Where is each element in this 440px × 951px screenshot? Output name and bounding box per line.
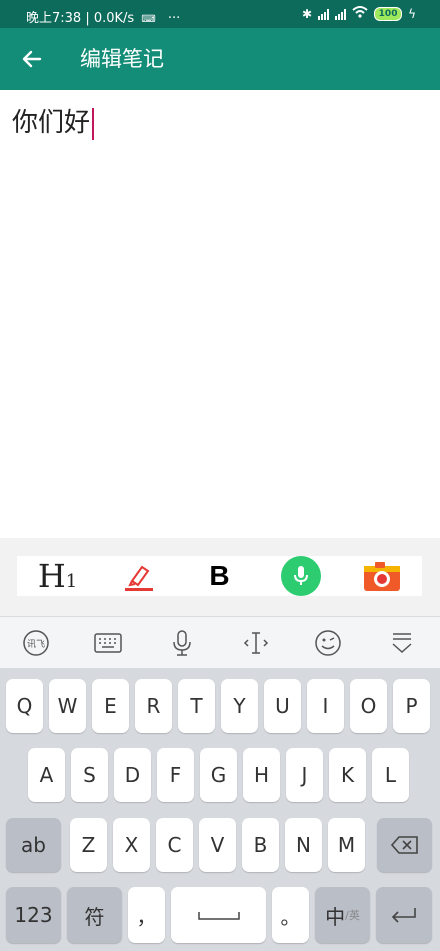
- keyboard-icon[interactable]: [92, 627, 124, 659]
- enter-icon: [391, 908, 416, 923]
- key-g[interactable]: G: [200, 748, 237, 802]
- text-cursor: [92, 107, 95, 140]
- heading-sub: 1: [65, 571, 78, 592]
- overflow-icon: ···: [167, 11, 181, 26]
- camera-button[interactable]: [357, 556, 407, 596]
- back-arrow-icon: [22, 50, 42, 68]
- battery-icon: 100: [374, 7, 403, 21]
- keyboard-icon: ⌨: [141, 14, 156, 25]
- wifi-icon: [352, 6, 368, 22]
- key-t[interactable]: T: [178, 679, 215, 733]
- soft-keyboard: Q W E R T Y U I O P A S D F G H J K L ab…: [0, 668, 440, 951]
- voice-input-button[interactable]: [276, 556, 326, 596]
- key-i[interactable]: I: [307, 679, 344, 733]
- lang-main: 中: [325, 904, 346, 929]
- bold-button[interactable]: B: [195, 556, 245, 596]
- symbols-key[interactable]: 符: [67, 887, 122, 943]
- key-e[interactable]: E: [92, 679, 129, 733]
- heading-label: H: [37, 557, 66, 595]
- format-toolbar: H1 B: [0, 538, 440, 616]
- key-n[interactable]: N: [285, 818, 322, 872]
- numbers-key[interactable]: 123: [6, 887, 61, 943]
- back-button[interactable]: [16, 44, 46, 74]
- key-v[interactable]: V: [199, 818, 236, 872]
- key-w[interactable]: W: [49, 679, 86, 733]
- signal-icon-2: [335, 8, 347, 20]
- key-r[interactable]: R: [135, 679, 172, 733]
- bluetooth-icon: ✱: [302, 7, 313, 21]
- key-x[interactable]: X: [113, 818, 150, 872]
- emoji-icon[interactable]: [312, 627, 344, 659]
- key-j[interactable]: J: [286, 748, 323, 802]
- key-k[interactable]: K: [329, 748, 366, 802]
- comma-key[interactable]: ，: [128, 887, 165, 943]
- hide-keyboard-icon[interactable]: [386, 627, 418, 659]
- key-o[interactable]: O: [350, 679, 387, 733]
- status-time: 晚上7:38 | 0.0K/s: [26, 11, 135, 26]
- highlighter-icon: [124, 565, 153, 591]
- signal-icon: [318, 8, 330, 20]
- status-bar: 晚上7:38 | 0.0K/s ⌨ ··· ✱ 100 ϟ: [0, 0, 440, 28]
- camera-icon: [363, 562, 400, 591]
- charging-icon: ϟ: [408, 7, 416, 21]
- space-key[interactable]: [171, 887, 266, 943]
- key-s[interactable]: S: [71, 748, 108, 802]
- key-q[interactable]: Q: [6, 679, 43, 733]
- key-c[interactable]: C: [156, 818, 193, 872]
- enter-key[interactable]: [376, 887, 432, 943]
- ime-logo-icon[interactable]: 讯飞: [20, 627, 52, 659]
- mic-icon[interactable]: [166, 627, 198, 659]
- period-key[interactable]: 。: [272, 887, 309, 943]
- highlight-button[interactable]: [114, 556, 164, 596]
- key-m[interactable]: M: [328, 818, 365, 872]
- note-text: 你们好: [12, 108, 91, 138]
- key-d[interactable]: D: [114, 748, 151, 802]
- key-z[interactable]: Z: [70, 818, 107, 872]
- app-bar: 编辑笔记: [0, 28, 440, 90]
- backspace-icon: [390, 836, 418, 854]
- page-title: 编辑笔记: [80, 47, 164, 71]
- key-ab-toggle[interactable]: ab: [6, 818, 61, 872]
- ime-toolbar: 讯飞: [0, 616, 440, 669]
- heading-button[interactable]: H1: [33, 556, 83, 596]
- key-b[interactable]: B: [242, 818, 279, 872]
- key-u[interactable]: U: [264, 679, 301, 733]
- note-editor[interactable]: 你们好: [0, 90, 440, 538]
- backspace-key[interactable]: [377, 818, 432, 872]
- language-toggle-key[interactable]: 中/英: [315, 887, 370, 943]
- lang-sub: /英: [345, 909, 360, 922]
- space-icon: [197, 912, 240, 920]
- svg-text:讯飞: 讯飞: [27, 639, 45, 650]
- mic-icon: [280, 556, 321, 596]
- key-p[interactable]: P: [393, 679, 430, 733]
- key-y[interactable]: Y: [221, 679, 258, 733]
- key-h[interactable]: H: [243, 748, 280, 802]
- key-l[interactable]: L: [372, 748, 409, 802]
- key-a[interactable]: A: [28, 748, 65, 802]
- key-f[interactable]: F: [157, 748, 194, 802]
- cursor-icon[interactable]: [240, 627, 272, 659]
- bold-label: B: [209, 560, 230, 591]
